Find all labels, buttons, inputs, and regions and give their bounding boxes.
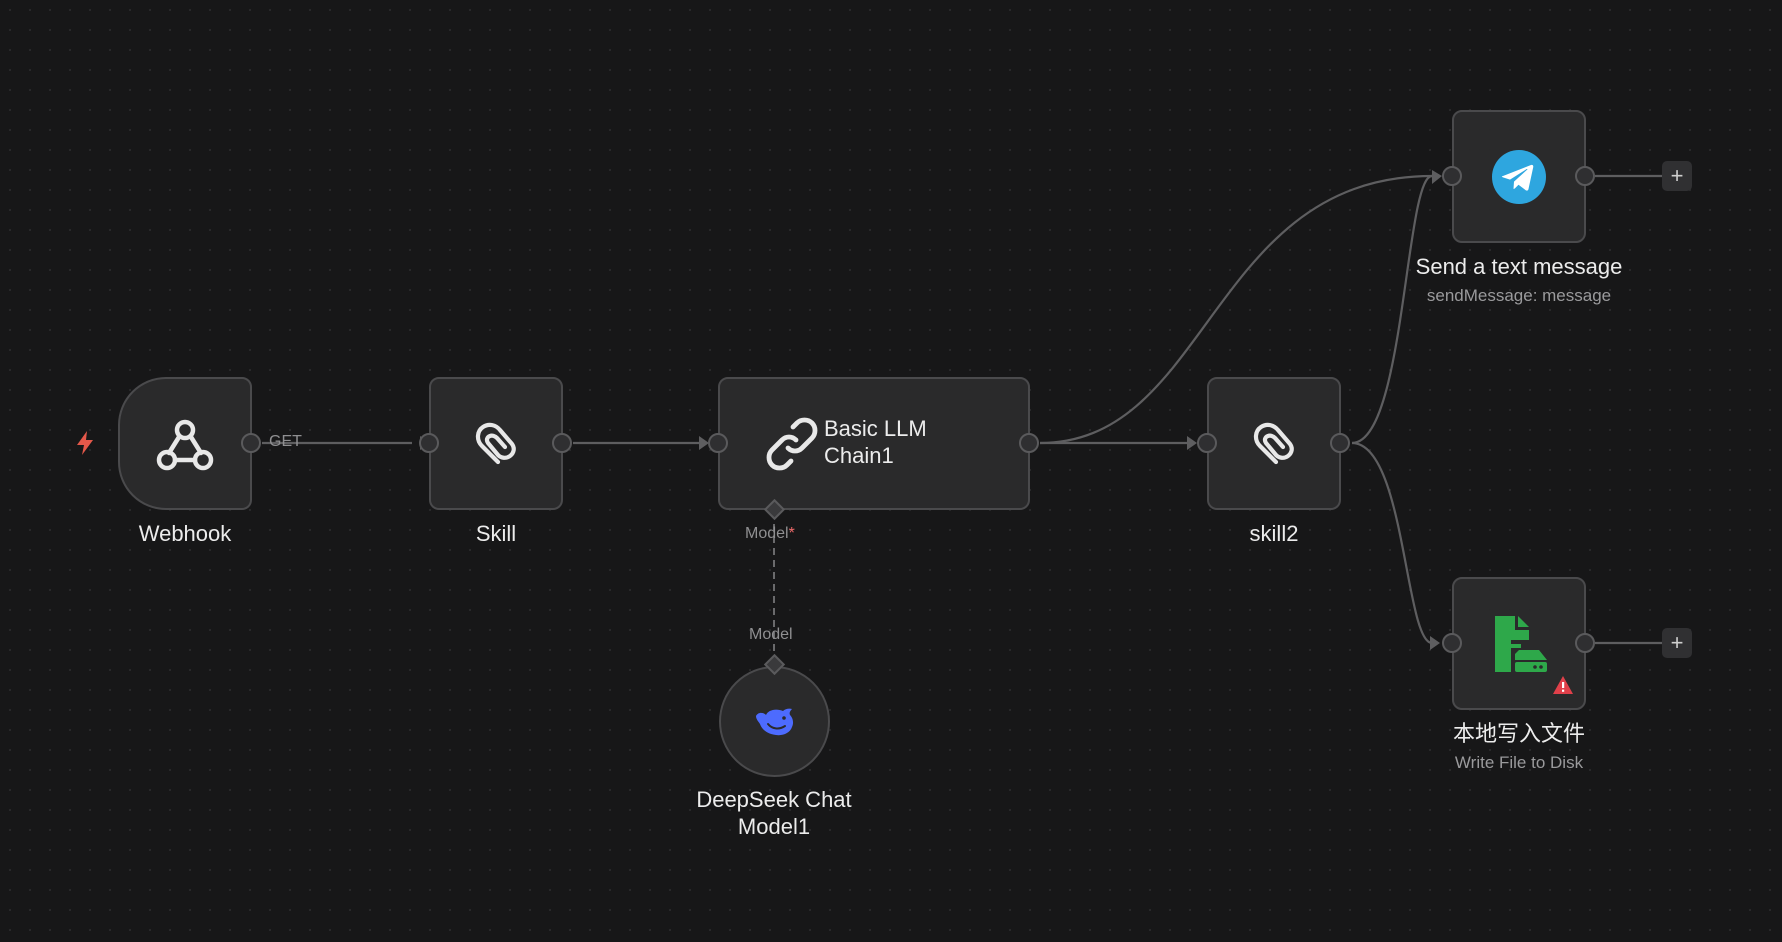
arrow-into-telegram — [1432, 170, 1442, 184]
writefile-add-node-button[interactable]: + — [1662, 628, 1692, 658]
chain-label-line1: Basic LLM — [824, 416, 927, 441]
skill-input-handle[interactable] — [419, 433, 439, 453]
webhook-icon — [120, 379, 250, 508]
arrow-into-writefile — [1430, 636, 1440, 650]
node-label-skill: Skill — [475, 521, 517, 546]
node-label-deepseek-chat-model: DeepSeek Chat Model1 — [624, 786, 924, 840]
skill-output-handle[interactable] — [552, 433, 572, 453]
lightning-bolt-icon — [77, 431, 93, 455]
arrow-into-skill2 — [1187, 436, 1197, 450]
node-basic-llm-chain[interactable]: Basic LLM Chain1 — [718, 377, 1030, 510]
node-skill[interactable] — [429, 377, 563, 510]
telegram-plane-icon — [1454, 112, 1584, 241]
node-label-skill2: skill2 — [1249, 521, 1299, 546]
chain-model-input-label: Model* — [745, 525, 795, 543]
writefile-output-handle[interactable] — [1575, 633, 1595, 653]
telegram-add-node-button[interactable]: + — [1662, 161, 1692, 191]
node-label-send-text-message: Send a text message — [1415, 254, 1623, 279]
webhook-output-handle[interactable] — [241, 433, 261, 453]
node-send-text-message[interactable] — [1452, 110, 1586, 243]
skill2-input-handle[interactable] — [1197, 433, 1217, 453]
workflow-canvas[interactable]: GET Webhook Skill Basic LLM Chain1 Model… — [0, 0, 1782, 942]
node-sublabel-write-file: Write File to Disk — [1454, 753, 1584, 772]
writefile-input-handle[interactable] — [1442, 633, 1462, 653]
telegram-output-handle[interactable] — [1575, 166, 1595, 186]
chain-label-line2: Chain1 — [824, 443, 894, 468]
skill2-output-handle[interactable] — [1330, 433, 1350, 453]
chain-model-input-text: Model — [745, 525, 789, 542]
chain-output-handle[interactable] — [1019, 433, 1039, 453]
deepseek-output-label: Model — [749, 626, 793, 643]
deepseek-label-line2: Model1 — [737, 814, 811, 839]
telegram-input-handle[interactable] — [1442, 166, 1462, 186]
node-webhook[interactable] — [118, 377, 252, 510]
chain-input-handle[interactable] — [708, 433, 728, 453]
node-sublabel-send-text-message: sendMessage: message — [1426, 286, 1612, 305]
deepseek-label-line1: DeepSeek Chat — [696, 787, 852, 812]
trigger-indicator — [74, 430, 96, 456]
node-label-basic-llm-chain: Basic LLM Chain1 — [824, 415, 927, 469]
paperclip-icon — [1209, 379, 1339, 508]
node-skill2[interactable] — [1207, 377, 1341, 510]
webhook-output-label: GET — [269, 433, 302, 450]
deepseek-whale-icon — [721, 668, 828, 775]
connection-skill2-telegram — [1351, 174, 1433, 445]
node-label-write-file: 本地写入文件 — [1452, 721, 1585, 746]
node-label-webhook: Webhook — [138, 521, 232, 546]
node-deepseek-chat-model[interactable] — [719, 666, 830, 777]
node-write-file[interactable] — [1452, 577, 1586, 710]
warning-triangle-icon[interactable] — [1552, 675, 1574, 695]
required-mark: * — [788, 525, 795, 542]
paperclip-icon — [431, 379, 561, 508]
